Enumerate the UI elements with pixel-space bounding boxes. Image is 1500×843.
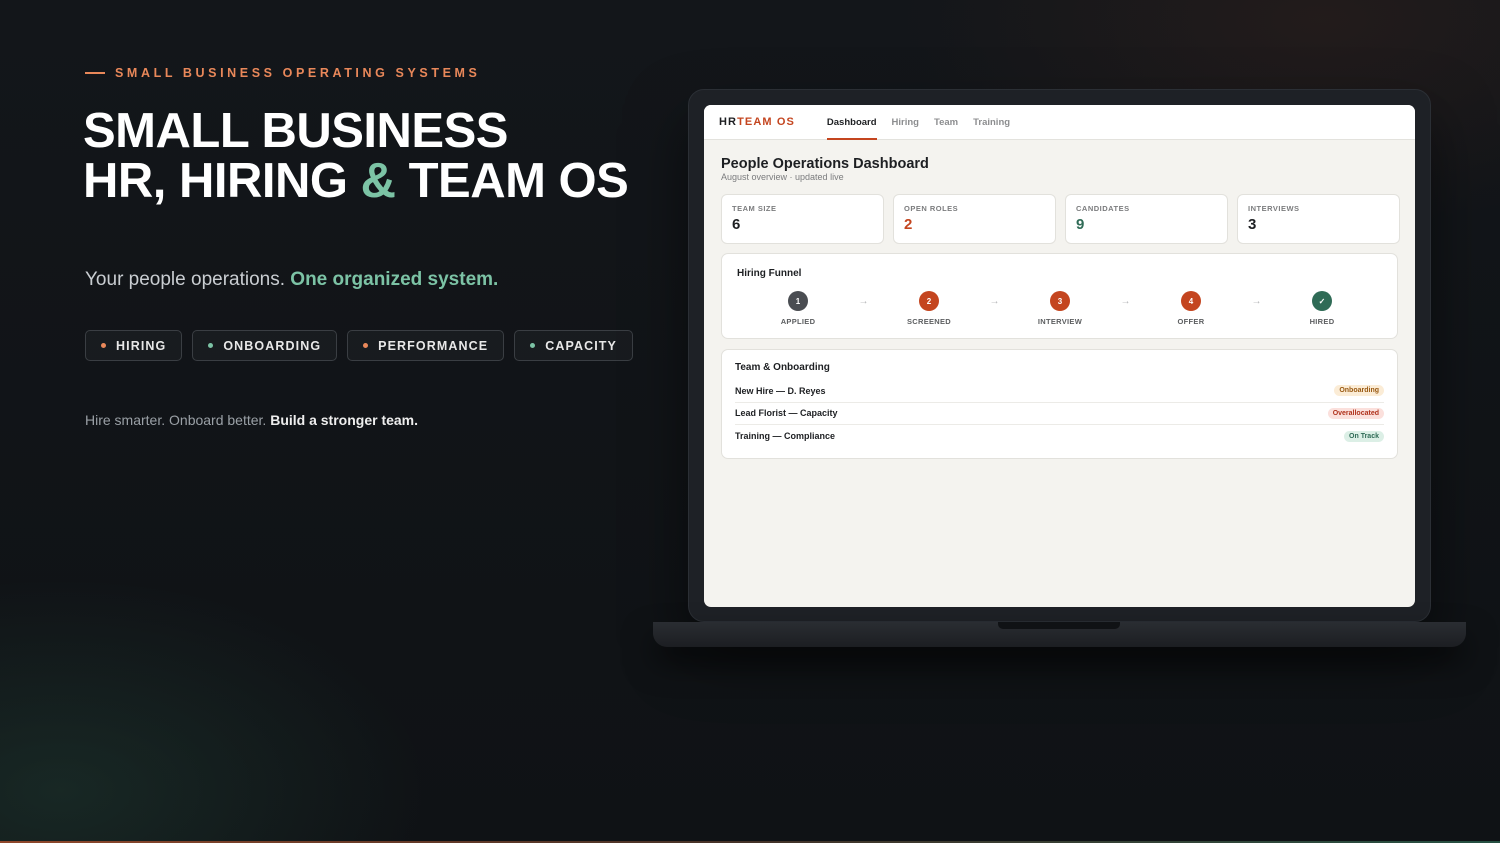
- chip-hiring[interactable]: HIRING: [85, 330, 183, 361]
- step-label: APPLIED: [780, 317, 816, 326]
- stat-label: TEAM SIZE: [732, 204, 777, 213]
- step-label: INTERVIEW: [1037, 317, 1083, 326]
- step-label: HIRED: [1309, 317, 1335, 326]
- page-title: People Operations Dashboard: [721, 156, 929, 172]
- headline-line-2: HR, HIRING & TEAM OS: [83, 154, 629, 208]
- step-number: 2: [919, 291, 939, 311]
- funnel-step-hired[interactable]: ✓ HIRED: [1282, 291, 1362, 326]
- stat-value: 6: [732, 216, 741, 233]
- tagline-plain: Hire smarter. Onboard better.: [85, 412, 271, 428]
- chip-capacity[interactable]: CAPACITY: [514, 330, 633, 361]
- list-item-name: Training — Compliance: [735, 431, 836, 442]
- step-label: OFFER: [1177, 317, 1205, 326]
- chip-label: HIRING: [116, 338, 167, 353]
- feature-chips: HIRING ONBOARDING PERFORMANCE CAPACITY: [85, 330, 633, 361]
- funnel-step-interview[interactable]: 3 INTERVIEW: [1020, 291, 1100, 326]
- team-onboarding-card: Team & Onboarding New Hire — D. Reyes Onb…: [721, 349, 1398, 459]
- hiring-funnel-card: Hiring Funnel 1 APPLIED → 2 SCREENED → 3 INTERV…: [721, 253, 1398, 339]
- page-subtitle: August overview · updated live: [721, 172, 844, 182]
- hiring-funnel-title: Hiring Funnel: [737, 268, 802, 279]
- subline-accent: One organized system.: [290, 269, 499, 290]
- tab-dashboard[interactable]: Dashboard: [826, 105, 877, 140]
- chip-onboarding[interactable]: ONBOARDING: [192, 330, 338, 361]
- tab-hiring[interactable]: Hiring: [892, 105, 919, 140]
- step-number: 4: [1181, 291, 1201, 311]
- stat-card-team-size[interactable]: TEAM SIZE 6: [721, 194, 884, 244]
- funnel-step-offer[interactable]: 4 OFFER: [1151, 291, 1231, 326]
- chip-dot-icon: [208, 343, 214, 348]
- team-onboarding-title: Team & Onboarding: [735, 362, 830, 373]
- stat-card-interviews[interactable]: INTERVIEWS 3: [1237, 194, 1400, 244]
- eyebrow: SMALL BUSINESS OPERATING SYSTEMS: [85, 66, 480, 80]
- list-item[interactable]: Lead Florist — Capacity Overallocated: [735, 403, 1384, 425]
- chip-dot-icon: [530, 343, 536, 348]
- headline-line-1: SMALL BUSINESS: [83, 104, 508, 158]
- app-brand[interactable]: HRTEAM OS: [719, 116, 795, 128]
- chip-label: ONBOARDING: [223, 338, 322, 353]
- chip-dot-icon: [101, 343, 106, 348]
- headline-ampersand: &: [360, 154, 396, 208]
- nav-tabs: Dashboard Hiring Team Training: [826, 105, 1025, 140]
- stat-label: INTERVIEWS: [1248, 204, 1300, 213]
- stat-label: CANDIDATES: [1076, 204, 1130, 213]
- list-item-name: New Hire — D. Reyes: [735, 385, 826, 396]
- tab-team[interactable]: Team: [934, 105, 958, 140]
- list-item[interactable]: Training — Compliance On Track: [735, 425, 1384, 448]
- status-badge: On Track: [1344, 430, 1384, 442]
- tagline: Hire smarter. Onboard better. Build a st…: [85, 412, 418, 428]
- chip-label: PERFORMANCE: [378, 338, 489, 353]
- headline: SMALL BUSINESS HR, HIRING & TEAM OS: [83, 104, 629, 208]
- headline-part-b: TEAM OS: [395, 154, 629, 208]
- arrow-right-icon: →: [1120, 296, 1131, 307]
- list-item[interactable]: New Hire — D. Reyes Onboarding: [735, 380, 1384, 403]
- stat-value: 2: [904, 216, 913, 233]
- stat-value: 3: [1248, 216, 1257, 233]
- tab-training[interactable]: Training: [973, 105, 1010, 140]
- subline-plain: Your people operations.: [85, 269, 291, 290]
- stat-label: OPEN ROLES: [904, 204, 959, 213]
- arrow-right-icon: →: [858, 296, 869, 307]
- check-icon: ✓: [1312, 291, 1332, 311]
- step-label: SCREENED: [906, 317, 952, 326]
- brand-part-b: TEAM OS: [737, 116, 795, 128]
- chip-performance[interactable]: PERFORMANCE: [347, 330, 505, 361]
- app-screen: HRTEAM OS Dashboard Hiring Team Training Pe…: [704, 105, 1415, 607]
- brand-part-a: HR: [719, 116, 738, 128]
- subline: Your people operations. One organized sy…: [85, 269, 498, 291]
- laptop-notch: [998, 622, 1120, 629]
- stat-card-open-roles[interactable]: OPEN ROLES 2: [893, 194, 1056, 244]
- chip-label: CAPACITY: [545, 338, 617, 353]
- tagline-bold: Build a stronger team.: [270, 412, 419, 428]
- stat-cards: TEAM SIZE 6 OPEN ROLES 2 CANDIDATES 9 INTERVIE…: [721, 194, 1400, 244]
- arrow-right-icon: →: [1251, 296, 1262, 307]
- chip-dot-icon: [363, 343, 369, 348]
- status-badge: Onboarding: [1334, 385, 1384, 397]
- funnel-step-screened[interactable]: 2 SCREENED: [889, 291, 969, 326]
- eyebrow-dash: [85, 72, 105, 74]
- status-badge: Overallocated: [1327, 407, 1384, 419]
- stat-card-candidates[interactable]: CANDIDATES 9: [1065, 194, 1228, 244]
- funnel-step-applied[interactable]: 1 APPLIED: [758, 291, 838, 326]
- team-rows: New Hire — D. Reyes Onboarding Lead Floris…: [735, 380, 1384, 448]
- step-number: 1: [788, 291, 808, 311]
- stat-value: 9: [1076, 216, 1085, 233]
- headline-part-a: HR, HIRING: [83, 154, 361, 208]
- eyebrow-text: SMALL BUSINESS OPERATING SYSTEMS: [115, 66, 481, 80]
- step-number: 3: [1050, 291, 1070, 311]
- list-item-name: Lead Florist — Capacity: [735, 408, 838, 419]
- app-nav: HRTEAM OS Dashboard Hiring Team Training: [704, 105, 1415, 140]
- arrow-right-icon: →: [989, 296, 1000, 307]
